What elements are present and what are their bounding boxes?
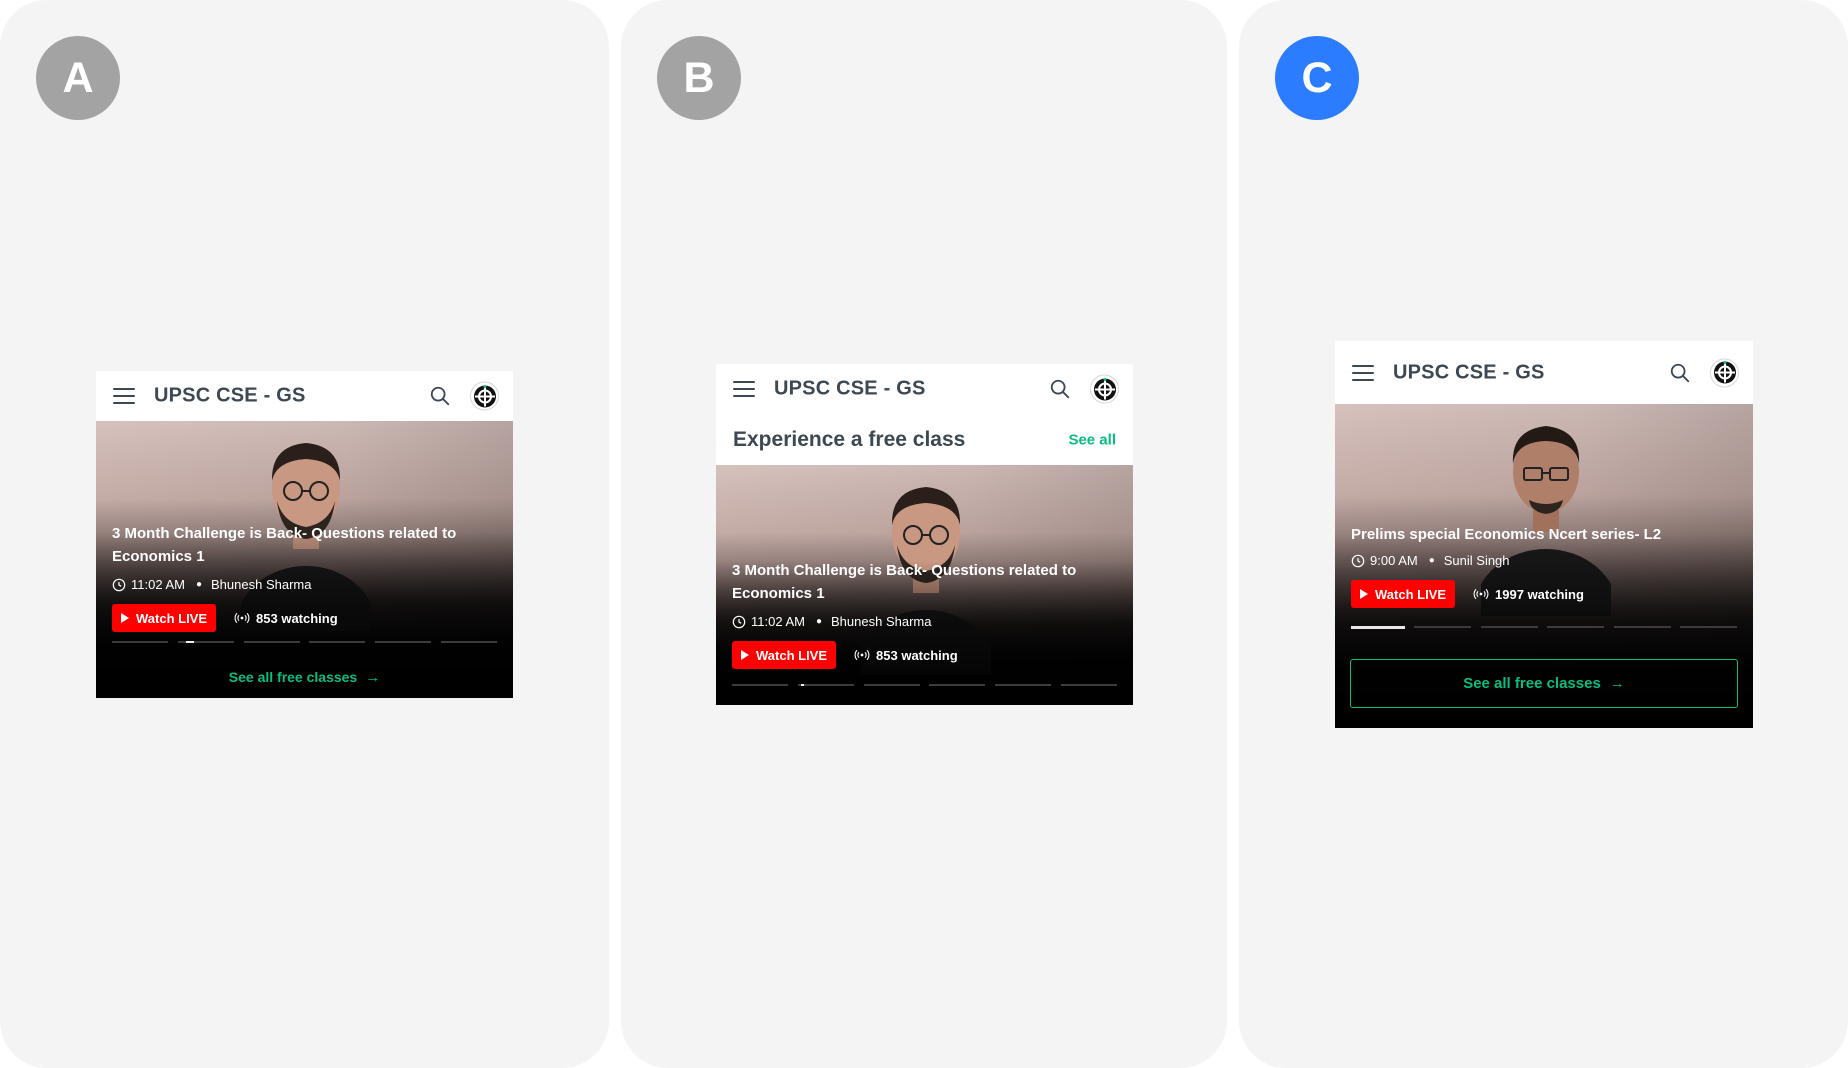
play-icon bbox=[741, 650, 749, 660]
live-broadcast-icon bbox=[234, 612, 250, 624]
mobile-screen-c: UPSC CSE - GS Prelims special Economics … bbox=[1335, 341, 1753, 728]
carousel-dot-active[interactable] bbox=[797, 684, 854, 686]
app-header: UPSC CSE - GS bbox=[1335, 341, 1753, 404]
search-icon[interactable] bbox=[429, 385, 451, 407]
carousel-dot[interactable] bbox=[375, 641, 432, 643]
free-class-card[interactable]: Prelims special Economics Ncert series- … bbox=[1335, 404, 1753, 728]
class-time: 11:02 AM bbox=[131, 577, 185, 592]
class-meta: 11:02 AM ● Bhunesh Sharma bbox=[732, 614, 931, 629]
class-meta: 11:02 AM ● Bhunesh Sharma bbox=[112, 577, 311, 592]
clock-icon bbox=[1351, 554, 1365, 567]
carousel-dot[interactable] bbox=[243, 641, 300, 643]
hamburger-menu-icon[interactable] bbox=[733, 381, 755, 397]
app-title: UPSC CSE - GS bbox=[1393, 361, 1545, 383]
option-card-b[interactable]: B UPSC CSE - GS Experience a free class … bbox=[621, 0, 1227, 1068]
option-badge-a: A bbox=[36, 36, 120, 120]
educator-name[interactable]: Bhunesh Sharma bbox=[211, 577, 311, 592]
arrow-right-icon: → bbox=[365, 668, 381, 686]
see-all-free-classes-button[interactable]: See all free classes → bbox=[1350, 659, 1738, 708]
viewer-count: 853 watching bbox=[854, 648, 958, 663]
class-actions: Watch LIVE 1997 watching bbox=[1351, 580, 1584, 608]
app-header: UPSC CSE - GS bbox=[716, 364, 1133, 414]
hamburger-menu-icon[interactable] bbox=[113, 388, 135, 404]
carousel-dot[interactable] bbox=[1679, 626, 1737, 628]
carousel-dot[interactable] bbox=[112, 641, 168, 643]
carousel-dot-active[interactable] bbox=[1351, 626, 1405, 629]
carousel-dot[interactable] bbox=[1060, 684, 1117, 686]
educator-name[interactable]: Bhunesh Sharma bbox=[831, 614, 931, 629]
play-icon bbox=[1360, 589, 1368, 599]
carousel-dot[interactable] bbox=[309, 641, 366, 643]
carousel-dot[interactable] bbox=[732, 684, 788, 686]
carousel-dot[interactable] bbox=[929, 684, 986, 686]
carousel-dot[interactable] bbox=[1480, 626, 1538, 628]
see-all-link[interactable]: See all bbox=[1068, 431, 1116, 448]
viewer-count: 853 watching bbox=[234, 611, 338, 626]
option-badge-b: B bbox=[657, 36, 741, 120]
app-title: UPSC CSE - GS bbox=[154, 384, 306, 407]
class-time: 9:00 AM bbox=[1370, 553, 1418, 568]
class-title[interactable]: 3 Month Challenge is Back- Questions rel… bbox=[112, 522, 472, 568]
carousel-dot[interactable] bbox=[995, 684, 1052, 686]
live-broadcast-icon bbox=[854, 649, 870, 661]
carousel-indicators[interactable] bbox=[732, 684, 1117, 686]
class-meta: 9:00 AM ● Sunil Singh bbox=[1351, 553, 1510, 568]
hamburger-menu-icon[interactable] bbox=[1352, 364, 1374, 381]
see-all-free-classes-link[interactable]: See all free classes → bbox=[96, 665, 513, 689]
option-card-c[interactable]: C UPSC CSE - GS Prelims special Economic… bbox=[1239, 0, 1848, 1068]
unacademy-avatar-icon[interactable] bbox=[470, 381, 499, 411]
watch-live-button[interactable]: Watch LIVE bbox=[112, 604, 217, 632]
live-broadcast-icon bbox=[1473, 588, 1489, 600]
app-header: UPSC CSE - GS bbox=[96, 371, 513, 421]
carousel-indicators[interactable] bbox=[112, 641, 497, 643]
option-card-a[interactable]: A UPSC CSE - GS 3 Month Challenge is Bac… bbox=[0, 0, 609, 1068]
class-actions: Watch LIVE 853 watching bbox=[732, 641, 958, 669]
unacademy-avatar-icon[interactable] bbox=[1710, 358, 1739, 387]
mobile-screen-b: UPSC CSE - GS Experience a free class Se… bbox=[716, 364, 1133, 705]
clock-icon bbox=[112, 578, 126, 591]
clock-icon bbox=[732, 615, 746, 628]
free-class-card[interactable]: 3 Month Challenge is Back- Questions rel… bbox=[716, 465, 1133, 705]
carousel-dot[interactable] bbox=[1414, 626, 1472, 628]
educator-name[interactable]: Sunil Singh bbox=[1444, 553, 1510, 568]
class-actions: Watch LIVE 853 watching bbox=[112, 604, 338, 632]
class-time: 11:02 AM bbox=[751, 614, 805, 629]
carousel-indicators[interactable] bbox=[1351, 626, 1737, 629]
option-badge-c: C bbox=[1275, 36, 1359, 120]
section-header: Experience a free class See all bbox=[716, 414, 1133, 465]
viewer-count: 1997 watching bbox=[1473, 587, 1584, 602]
search-icon[interactable] bbox=[1669, 362, 1691, 384]
carousel-dot[interactable] bbox=[1613, 626, 1671, 628]
class-title[interactable]: 3 Month Challenge is Back- Questions rel… bbox=[732, 559, 1092, 605]
unacademy-avatar-icon[interactable] bbox=[1090, 374, 1119, 404]
carousel-dot[interactable] bbox=[1547, 626, 1605, 628]
watch-live-button[interactable]: Watch LIVE bbox=[1351, 580, 1456, 608]
carousel-dot-active[interactable] bbox=[177, 641, 234, 643]
search-icon[interactable] bbox=[1049, 378, 1071, 400]
watch-live-button[interactable]: Watch LIVE bbox=[732, 641, 837, 669]
mobile-screen-a: UPSC CSE - GS 3 Month Challenge is Back-… bbox=[96, 371, 513, 698]
free-class-card[interactable]: 3 Month Challenge is Back- Questions rel… bbox=[96, 421, 513, 698]
carousel-dot[interactable] bbox=[863, 684, 920, 686]
play-icon bbox=[121, 613, 129, 623]
carousel-dot[interactable] bbox=[440, 641, 497, 643]
arrow-right-icon: → bbox=[1609, 675, 1625, 692]
section-title: Experience a free class bbox=[733, 427, 966, 451]
app-title: UPSC CSE - GS bbox=[774, 377, 926, 400]
class-title[interactable]: Prelims special Economics Ncert series- … bbox=[1351, 523, 1731, 546]
